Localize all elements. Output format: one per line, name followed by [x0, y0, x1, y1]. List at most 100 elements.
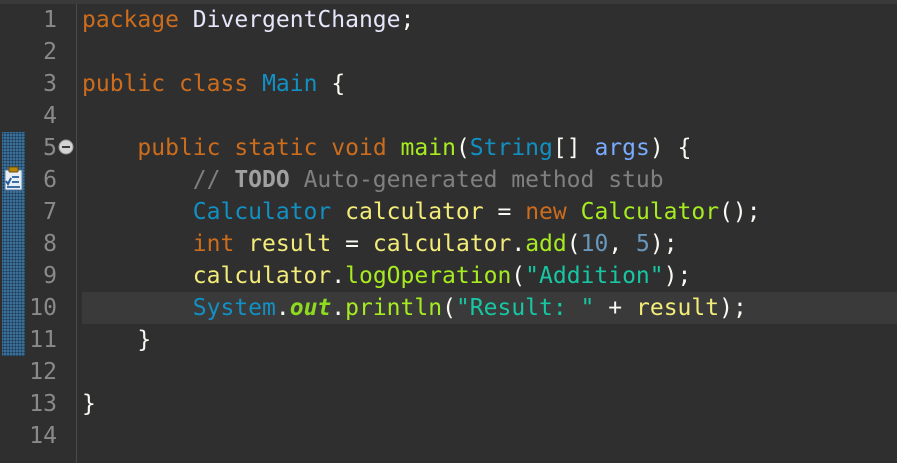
code-token: ); [663, 263, 692, 289]
code-token: + [608, 295, 623, 321]
code-token: Calculator [192, 199, 332, 225]
code-line[interactable]: 4 [0, 100, 897, 132]
code-token: "Addition" [525, 263, 664, 289]
code-line[interactable]: 13} [0, 388, 897, 420]
line-number: 13 [29, 391, 57, 417]
code-line[interactable]: 9 calculator.logOperation("Addition"); [0, 260, 897, 292]
code-token: . [511, 231, 526, 257]
code-token: . [331, 263, 346, 289]
code-line[interactable]: 12 [0, 356, 897, 388]
task-marker-icon[interactable] [3, 164, 25, 192]
line-number: 11 [29, 327, 57, 353]
code-text[interactable]: calculator.logOperation("Addition"); [82, 260, 692, 292]
code-token: public [82, 71, 166, 97]
code-line[interactable]: 7 Calculator calculator = new Calculator… [0, 196, 897, 228]
code-token: ) [649, 135, 664, 161]
line-number: 10 [29, 295, 57, 321]
code-text[interactable]: } [82, 388, 96, 420]
code-token: out [289, 295, 332, 321]
code-editor[interactable]: 1 package DivergentChange; 2 3 public class … [0, 0, 897, 463]
code-token: ); [649, 231, 678, 257]
code-token: int [192, 231, 235, 257]
code-token: add [525, 231, 567, 257]
line-number: 1 [43, 7, 57, 33]
code-token: DivergentChange [178, 7, 401, 33]
code-token: { [677, 135, 692, 161]
code-token: ; [400, 7, 415, 33]
code-line[interactable]: 11 } [0, 324, 897, 356]
code-text[interactable]: System.out.println("Result: " + result); [82, 292, 747, 324]
code-line[interactable]: 5 public static void main(String[] args)… [0, 132, 897, 164]
code-text[interactable]: public static void main(String[] args) { [82, 132, 691, 164]
code-token: void [331, 135, 387, 161]
code-token: String [469, 135, 553, 161]
code-line[interactable]: 3 public class Main { [0, 68, 897, 100]
code-token: result [636, 295, 720, 321]
code-text[interactable]: Calculator calculator = new Calculator()… [82, 196, 761, 228]
line-number: 9 [43, 263, 57, 289]
code-token: main [400, 135, 456, 161]
code-text[interactable]: public class Main { [82, 68, 345, 100]
line-number: 2 [43, 39, 57, 65]
code-token: Main [262, 71, 318, 97]
code-token: , [608, 231, 623, 257]
code-token: = [345, 231, 359, 257]
code-text[interactable]: package DivergentChange; [82, 4, 414, 36]
code-token: Auto-generated method stub [289, 167, 664, 193]
code-token: [] [552, 135, 581, 161]
code-token: ( [511, 263, 526, 289]
code-token: { [331, 71, 346, 97]
code-line[interactable]: 10 System.out.println("Result: " + resul… [0, 292, 897, 324]
code-token: ); [719, 295, 747, 321]
code-token: 10 [580, 231, 609, 257]
code-token: calculator [345, 199, 484, 225]
code-token: class [178, 71, 249, 97]
line-number: 3 [43, 71, 57, 97]
code-text[interactable]: // TODO Auto-generated method stub [82, 164, 664, 196]
code-token: } [82, 391, 96, 417]
code-line[interactable]: 8 int result = calculator.add(10, 5); [0, 228, 897, 260]
code-token: println [345, 295, 443, 321]
code-token: public [137, 135, 221, 161]
code-text[interactable]: int result = calculator.add(10, 5); [82, 228, 678, 260]
code-token: . [331, 295, 346, 321]
code-token: ( [442, 295, 456, 321]
code-token: "Result: " [455, 295, 595, 321]
code-line[interactable]: 6 // TODO Auto-generated method stub [0, 164, 897, 196]
code-token: new [525, 199, 567, 225]
code-token: 5 [636, 231, 650, 257]
code-token: TODO [234, 167, 290, 193]
code-line[interactable]: 1 package DivergentChange; [0, 4, 897, 36]
line-number: 5 [43, 135, 57, 161]
code-token: System [192, 295, 276, 321]
code-token: package [82, 7, 179, 33]
code-line[interactable]: 14 [0, 420, 897, 452]
code-line[interactable]: 2 [0, 36, 897, 68]
code-token: ( [566, 231, 581, 257]
line-number: 14 [29, 423, 57, 449]
collapse-minus-icon[interactable] [58, 139, 74, 155]
code-token: = [497, 199, 512, 225]
code-text[interactable]: } [82, 324, 151, 356]
code-token: calculator [192, 263, 332, 289]
code-token: logOperation [345, 263, 512, 289]
